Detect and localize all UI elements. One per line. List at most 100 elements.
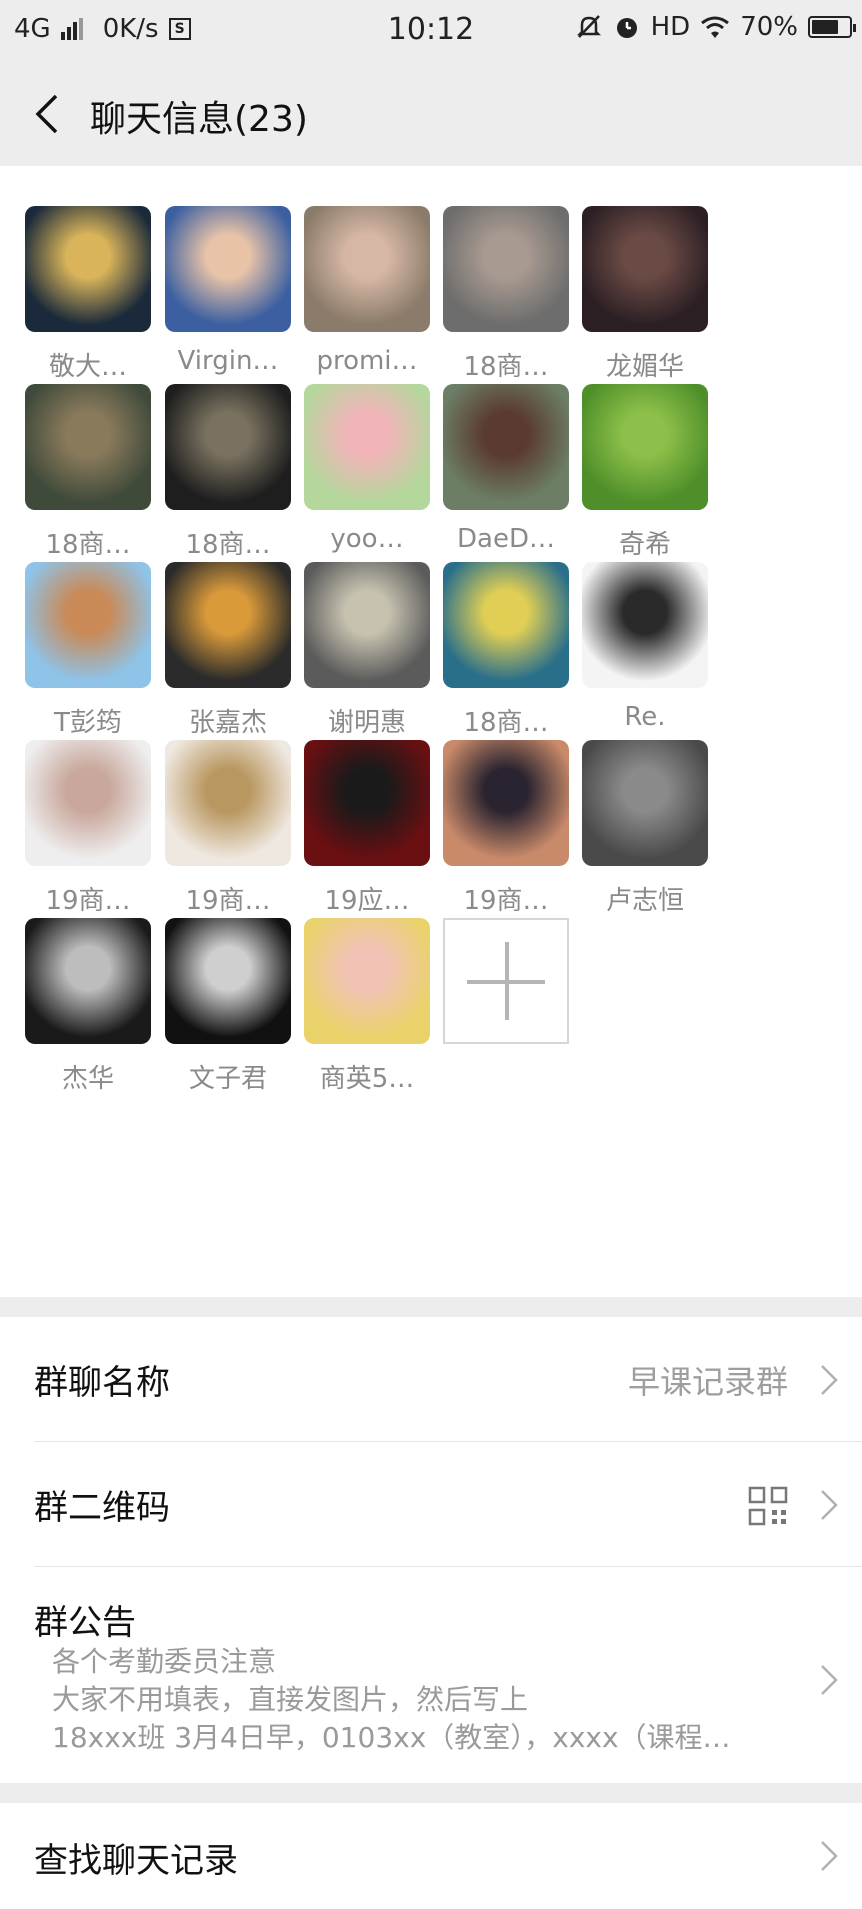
group-name-label: 群聊名称: [34, 1363, 170, 1403]
member-avatar: [165, 384, 291, 510]
member-item[interactable]: Re.: [565, 562, 725, 732]
search-chat-history-row[interactable]: 查找聊天记录: [0, 1803, 862, 1909]
group-qr-row[interactable]: 群二维码: [0, 1442, 862, 1566]
member-item[interactable]: 19商…: [148, 740, 308, 917]
member-avatar: [25, 206, 151, 332]
notice-line: 各个考勤委员注意: [52, 1645, 277, 1678]
group-settings: 群聊名称 早课记录群 群二维码 群公告 各个考勤委员注意 大家不用填表，直接发图…: [0, 1317, 862, 1783]
member-avatar: [304, 740, 430, 866]
group-name-value: 早课记录群: [627, 1363, 788, 1401]
member-avatar: [25, 562, 151, 688]
member-item[interactable]: T彭筠: [8, 562, 168, 739]
member-avatar: [165, 562, 291, 688]
member-name: Re.: [624, 702, 666, 732]
member-avatar: [443, 384, 569, 510]
member-name: 18商…: [463, 708, 549, 738]
chevron-right-icon: [821, 1841, 838, 1871]
group-notice-row[interactable]: 群公告 各个考勤委员注意 大家不用填表，直接发图片，然后写上 18xxx班 3月…: [0, 1567, 862, 1783]
group-notice-text: 各个考勤委员注意 大家不用填表，直接发图片，然后写上 18xxx班 3月4日早，…: [52, 1643, 812, 1757]
member-item[interactable]: 文子君: [148, 918, 308, 1095]
member-name: 龙媚华: [605, 352, 684, 382]
member-avatar: [582, 206, 708, 332]
chevron-right-icon: [821, 1365, 838, 1395]
member-item[interactable]: 龙媚华: [565, 206, 725, 383]
nav-bar: 聊天信息(23): [0, 62, 862, 166]
wifi-icon: [701, 16, 730, 38]
battery-percent: 70%: [740, 12, 798, 42]
group-name-row[interactable]: 群聊名称 早课记录群: [0, 1317, 862, 1441]
status-bar: 4G 0K/s S 10:12 HD 70%: [0, 0, 862, 62]
member-item[interactable]: 19商…: [8, 740, 168, 917]
member-name: DaeD…: [457, 524, 555, 554]
search-chat-history-label: 查找聊天记录: [34, 1841, 238, 1881]
member-name: 奇希: [618, 530, 671, 560]
mute-bell-icon: [576, 15, 601, 38]
member-item[interactable]: 18商…: [8, 384, 168, 561]
member-item[interactable]: 敬大…: [8, 206, 168, 383]
member-item[interactable]: 商英5…: [287, 918, 447, 1095]
plus-icon: [443, 918, 569, 1044]
member-item[interactable]: 谢明惠: [287, 562, 447, 739]
member-name: 谢明惠: [327, 708, 406, 738]
chevron-right-icon: [821, 1490, 838, 1520]
member-name: 19商…: [45, 886, 131, 916]
member-item[interactable]: 张嘉杰: [148, 562, 308, 739]
member-name: 商英5…: [319, 1064, 415, 1094]
group-qr-label: 群二维码: [34, 1488, 170, 1528]
member-item[interactable]: promi…: [287, 206, 447, 376]
member-name: yoo…: [330, 524, 404, 554]
member-item[interactable]: 19商…: [426, 740, 586, 917]
member-name: T彭筠: [54, 708, 122, 738]
chevron-right-icon: [821, 1665, 838, 1695]
member-avatar: [304, 384, 430, 510]
member-item[interactable]: 19应…: [287, 740, 447, 917]
member-item[interactable]: Virgin…: [148, 206, 308, 376]
member-item[interactable]: yoo…: [287, 384, 447, 554]
member-avatar: [304, 918, 430, 1044]
qr-code-icon: [748, 1486, 788, 1526]
member-name: 19商…: [185, 886, 271, 916]
member-avatar: [582, 384, 708, 510]
notice-line: 18xxx班 3月4日早，0103xx（教室），xxxx（课程…: [52, 1721, 731, 1754]
member-name: 杰华: [61, 1064, 114, 1094]
member-name: 卢志恒: [605, 886, 684, 916]
member-name: 张嘉杰: [188, 708, 267, 738]
member-item[interactable]: 奇希: [565, 384, 725, 561]
notice-line: 大家不用填表，直接发图片，然后写上: [52, 1683, 529, 1716]
member-avatar: [165, 918, 291, 1044]
group-notice-label: 群公告: [34, 1603, 136, 1643]
member-avatar: [443, 562, 569, 688]
member-avatar: [165, 740, 291, 866]
member-name: 19应…: [324, 886, 410, 916]
member-item[interactable]: 18商…: [426, 562, 586, 739]
member-avatar: [165, 206, 291, 332]
member-name: 18商…: [45, 530, 131, 560]
member-name: 19商…: [463, 886, 549, 916]
member-item[interactable]: 18商…: [148, 384, 308, 561]
hd-label: HD: [650, 12, 691, 42]
alarm-icon: [616, 18, 637, 38]
member-name: 文子君: [188, 1064, 267, 1094]
back-arrow-icon[interactable]: [28, 92, 68, 136]
member-item[interactable]: DaeD…: [426, 384, 586, 554]
member-name: 18商…: [463, 352, 549, 382]
member-name: Virgin…: [177, 346, 279, 376]
member-avatar: [25, 740, 151, 866]
chat-tools: 查找聊天记录: [0, 1803, 862, 1909]
member-avatar: [582, 562, 708, 688]
member-name: promi…: [316, 346, 418, 376]
member-avatar: [304, 206, 430, 332]
member-avatar: [304, 562, 430, 688]
member-name: 敬大…: [48, 352, 127, 382]
member-item[interactable]: 18商…: [426, 206, 586, 383]
member-name: 18商…: [185, 530, 271, 560]
member-item[interactable]: 卢志恒: [565, 740, 725, 917]
member-avatar: [25, 918, 151, 1044]
add-member-button[interactable]: [426, 918, 586, 1044]
member-avatar: [443, 740, 569, 866]
member-avatar: [25, 384, 151, 510]
member-item[interactable]: 杰华: [8, 918, 168, 1095]
member-avatar: [443, 206, 569, 332]
battery-icon: [808, 16, 856, 38]
member-avatar: [582, 740, 708, 866]
